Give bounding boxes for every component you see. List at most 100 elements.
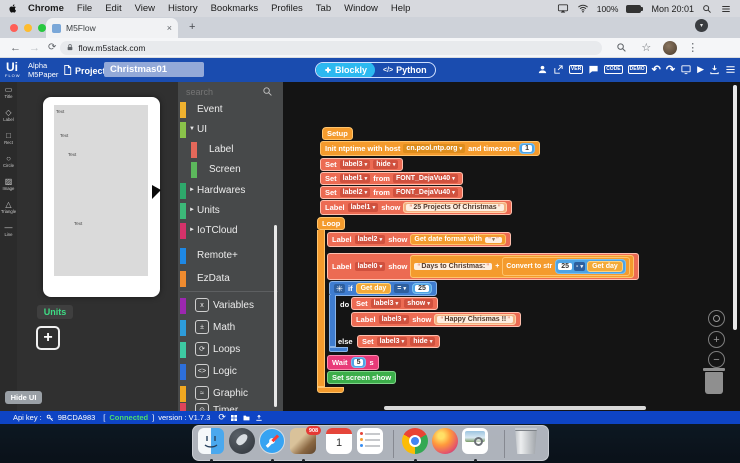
toolbox-category-iotcloud[interactable]: ►IoTCloud: [178, 222, 283, 240]
block-label1-show[interactable]: Label label1▾ show “25 Projects Of Chris…: [320, 200, 512, 215]
toolbox-category-event[interactable]: Event: [178, 101, 283, 119]
menu-help[interactable]: Help: [391, 3, 411, 14]
toolbox-scrollbar[interactable]: [274, 225, 277, 407]
device-monitor-icon[interactable]: [680, 64, 692, 75]
palette-item-image[interactable]: ▨Image: [0, 177, 17, 191]
tab-close-icon[interactable]: ×: [167, 23, 172, 33]
label-dropdown[interactable]: label2▾: [355, 235, 386, 244]
zoom-in-button[interactable]: +: [708, 331, 725, 348]
preview-label[interactable]: Text: [68, 152, 76, 157]
preview-label[interactable]: Text: [60, 133, 68, 138]
back-icon[interactable]: ←: [10, 42, 21, 54]
project-title-input[interactable]: [104, 62, 204, 77]
block-set-screen-show[interactable]: Set screen show: [327, 371, 396, 384]
palette-item-rect[interactable]: □Rect: [0, 131, 17, 145]
toolbox-category-graphic[interactable]: ≈Graphic: [178, 385, 283, 403]
toolbox-category-ui-screen[interactable]: Screen: [178, 161, 283, 179]
demo-badge-icon[interactable]: DEMO: [628, 65, 647, 74]
spotlight-icon[interactable]: [702, 4, 712, 14]
upload-icon[interactable]: [255, 414, 263, 422]
palette-item-title[interactable]: ▭Title: [0, 85, 17, 99]
block-label0-show-days[interactable]: Label label0▾ show “Days to Christmas:” …: [327, 253, 639, 280]
wait-seconds-value[interactable]: 5: [351, 357, 367, 368]
tab-search-button[interactable]: ▾: [695, 19, 708, 32]
preview-icon[interactable]: [462, 428, 488, 454]
toolbox-category-math[interactable]: ±Math: [178, 319, 283, 337]
browser-tab[interactable]: M5Flow ×: [46, 18, 178, 38]
workspace-hscrollbar[interactable]: [384, 406, 646, 410]
folder-icon[interactable]: [242, 414, 251, 422]
code-badge-icon[interactable]: CODE: [604, 65, 622, 74]
block-get-date-format[interactable]: Get date format with “▾”: [410, 234, 505, 245]
string-value-block[interactable]: “25 Projects Of Christmas”: [403, 202, 506, 213]
toolbox-category-ui[interactable]: ▼UI: [178, 121, 283, 139]
menu-file[interactable]: File: [77, 3, 92, 14]
label-dropdown[interactable]: label3▾: [340, 160, 371, 169]
text-field[interactable]: “Days to Christmas:”: [414, 263, 492, 270]
block-get-day[interactable]: Get day: [587, 261, 623, 272]
label-dropdown[interactable]: label3▾: [379, 315, 410, 324]
label-dropdown[interactable]: label3▾: [371, 299, 402, 308]
label-dropdown[interactable]: label2▾: [340, 188, 371, 197]
workspace-trash-icon[interactable]: [703, 368, 725, 394]
preview-label[interactable]: Text: [74, 221, 82, 226]
finder-icon[interactable]: [198, 428, 224, 454]
block-wait[interactable]: Wait 5 s: [327, 355, 379, 370]
blockly-mode-button[interactable]: Blockly: [316, 62, 375, 78]
compare-operator-dropdown[interactable]: =▾: [394, 284, 409, 293]
version-badge-icon[interactable]: VER: [569, 65, 583, 74]
refresh-icon[interactable]: ⟳: [218, 412, 226, 423]
block-get-day[interactable]: Get day: [356, 283, 392, 294]
toolbox-category-loops[interactable]: ⟳Loops: [178, 341, 283, 359]
reminders-icon[interactable]: [357, 428, 383, 454]
block-setup[interactable]: Setup: [322, 127, 353, 140]
zoom-out-button[interactable]: −: [708, 351, 725, 368]
project-doc-icon[interactable]: [62, 64, 73, 76]
visibility-dropdown[interactable]: show▾: [404, 299, 433, 308]
project-button[interactable]: Project: [75, 66, 106, 76]
grid-icon[interactable]: [230, 414, 238, 422]
menu-window[interactable]: Window: [344, 3, 378, 14]
menu-history[interactable]: History: [168, 3, 198, 14]
block-set-label3-hide[interactable]: Set label3▾ hide▾: [320, 158, 403, 171]
mutator-gear-icon[interactable]: [334, 284, 345, 293]
toolbox-category-units[interactable]: ►Units: [178, 202, 283, 220]
toolbox-category-remote[interactable]: Remote+: [178, 247, 283, 265]
wifi-icon[interactable]: [577, 3, 589, 14]
window-close-button[interactable]: [10, 24, 18, 32]
block-init-ntptime[interactable]: Init ntptime with host cn.pool.ntp.org▾ …: [320, 141, 540, 156]
toolbox-category-ezdata[interactable]: EzData: [178, 270, 283, 288]
reload-icon[interactable]: ⟳: [48, 42, 56, 53]
menu-list-icon[interactable]: [725, 64, 736, 75]
toolbox-category-hardwares[interactable]: ►Hardwares: [178, 182, 283, 200]
date-format-field[interactable]: “▾”: [485, 237, 502, 243]
device-screen[interactable]: Text Text Text Text: [54, 105, 148, 276]
number-value[interactable]: 25: [412, 283, 432, 294]
block-set-label2-font[interactable]: Set label2▾ from FONT_DejaVu40▾: [320, 186, 463, 199]
preview-label[interactable]: Text: [56, 109, 64, 114]
center-workspace-button[interactable]: [708, 310, 725, 327]
block-math-subtract[interactable]: 25 -▾ Get day: [555, 259, 626, 274]
screen-mirroring-icon[interactable]: [557, 3, 569, 14]
download-icon[interactable]: [709, 64, 720, 75]
label-dropdown[interactable]: label1▾: [340, 174, 371, 183]
share-export-icon[interactable]: [553, 64, 564, 75]
timezone-value[interactable]: 1: [519, 143, 535, 154]
window-minimize-button[interactable]: [24, 24, 32, 32]
visibility-dropdown[interactable]: hide▾: [373, 160, 398, 169]
font-dropdown[interactable]: FONT_DejaVu40▾: [393, 174, 458, 183]
block-string-join[interactable]: “Days to Christmas:” + Convert to str 25…: [410, 255, 633, 278]
palette-item-line[interactable]: —Line: [0, 223, 17, 237]
python-mode-button[interactable]: </> Python: [375, 65, 435, 75]
operator-dropdown[interactable]: -▾: [574, 262, 585, 271]
block-set-label1-font[interactable]: Set label1▾ from FONT_DejaVu40▾: [320, 172, 463, 185]
menu-profiles[interactable]: Profiles: [271, 3, 303, 14]
menu-view[interactable]: View: [135, 3, 155, 14]
menubar-app-name[interactable]: Chrome: [28, 3, 64, 14]
block-set-label3-hide[interactable]: Set label3▾ hide▾: [357, 335, 440, 348]
hide-ui-button[interactable]: Hide UI: [5, 391, 42, 404]
new-tab-button[interactable]: +: [189, 21, 195, 33]
label-dropdown[interactable]: label0▾: [355, 262, 386, 271]
host-dropdown[interactable]: cn.pool.ntp.org▾: [403, 144, 465, 153]
launchpad-icon[interactable]: [229, 428, 255, 454]
